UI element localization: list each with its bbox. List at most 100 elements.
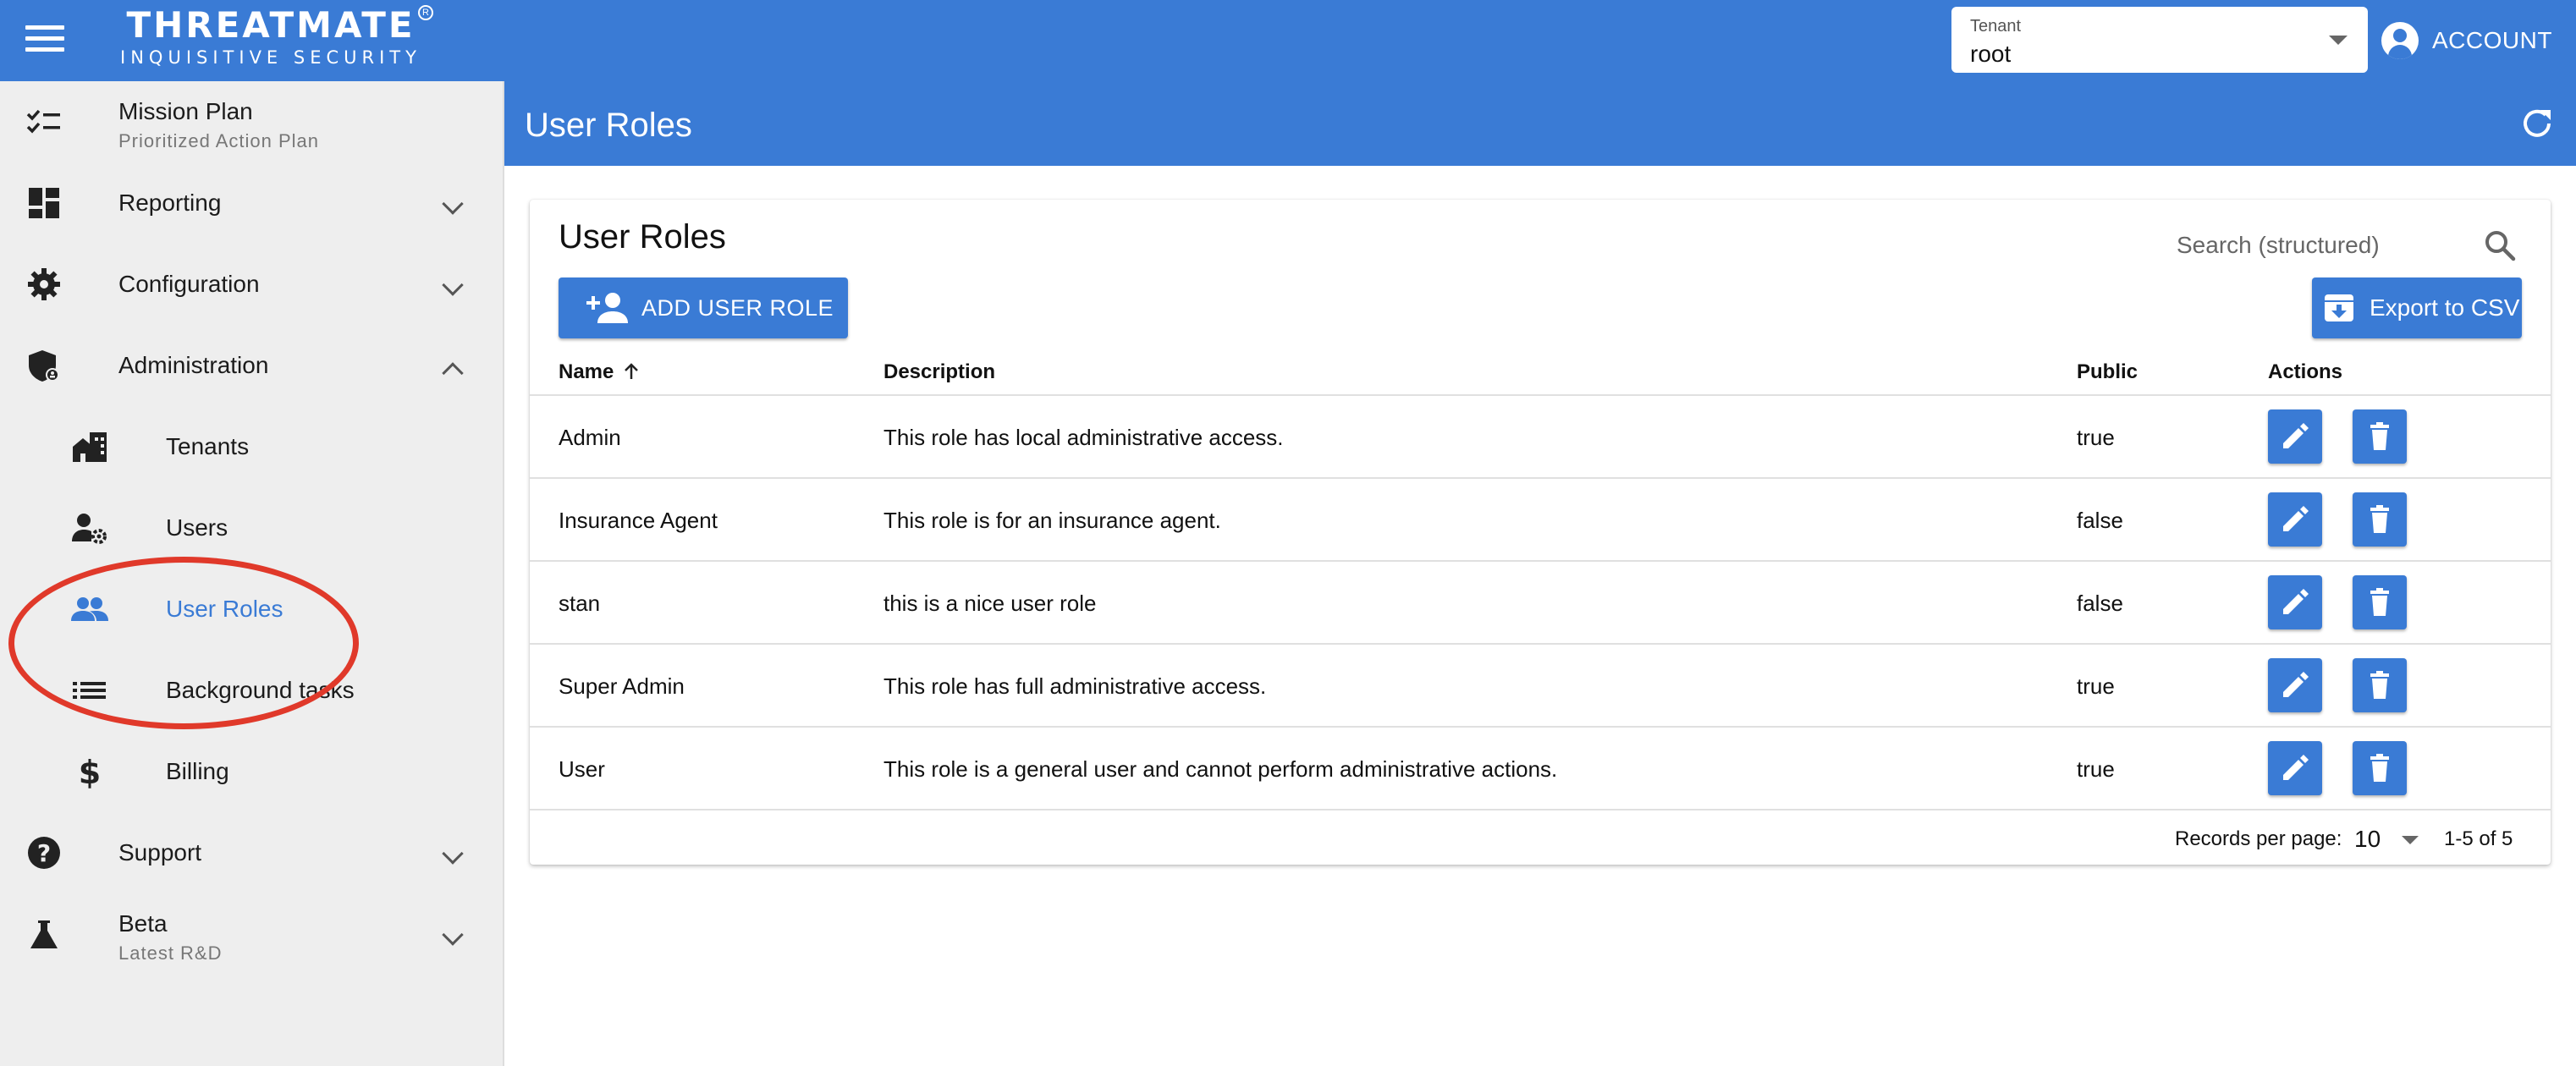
edit-button[interactable] — [2268, 409, 2322, 464]
sidebar-item-reporting[interactable]: Reporting — [0, 162, 503, 244]
cell-public: false — [2077, 591, 2123, 616]
chevron-down-icon — [442, 924, 464, 946]
search-icon[interactable] — [2481, 227, 2518, 264]
column-header-name[interactable]: Name — [559, 360, 641, 384]
trash-icon — [2370, 422, 2389, 450]
pencil-icon — [2283, 589, 2309, 614]
cell-public: false — [2077, 508, 2123, 533]
pagination-range: 1-5 of 5 — [2444, 827, 2513, 850]
gear-icon — [28, 268, 60, 300]
sidebar-item-label: Administration — [118, 352, 269, 378]
sidebar-item-label: Mission Plan — [118, 98, 253, 124]
trash-icon — [2370, 671, 2389, 699]
edit-button[interactable] — [2268, 658, 2322, 712]
sidebar-item-users[interactable]: Users — [0, 487, 503, 569]
export-csv-button[interactable]: Export to CSV — [2312, 277, 2522, 338]
account-circle-icon — [2381, 22, 2419, 59]
cell-name: Insurance Agent — [559, 508, 718, 533]
records-per-page-value: 10 — [2354, 826, 2381, 852]
trash-icon — [2370, 505, 2389, 533]
records-per-page-select[interactable]: 10 — [2353, 821, 2429, 858]
edit-button[interactable] — [2268, 492, 2322, 547]
chevron-down-icon — [442, 843, 464, 865]
sidebar: Mission Plan Prioritized Action Plan Rep… — [0, 81, 504, 1066]
delete-button[interactable] — [2353, 658, 2407, 712]
sidebar-item-secondary: Prioritized Action Plan — [118, 130, 319, 151]
sidebar-item-support[interactable]: ? Support — [0, 812, 503, 893]
delete-button[interactable] — [2353, 409, 2407, 464]
caret-down-icon — [2402, 836, 2419, 844]
add-user-role-button[interactable]: ADD USER ROLE — [559, 277, 848, 338]
cell-description: this is a nice user role — [883, 591, 1097, 616]
cell-description: This role has local administrative acces… — [883, 425, 1284, 450]
sidebar-item-secondary: Latest R&D — [118, 942, 223, 964]
page-header: User Roles — [504, 81, 2576, 166]
table-header: Name Description Public Actions — [530, 352, 2551, 396]
people-icon — [71, 597, 108, 621]
pencil-icon — [2283, 423, 2309, 448]
cell-description: This role is for an insurance agent. — [883, 508, 1221, 533]
edit-button[interactable] — [2268, 575, 2322, 629]
user-roles-card: User Roles ADD USER ROLE Export to CSV N… — [530, 200, 2551, 865]
sidebar-item-mission-plan[interactable]: Mission Plan Prioritized Action Plan — [0, 81, 503, 162]
dollar-icon: $ — [79, 755, 101, 789]
cell-description: This role has full administrative access… — [883, 673, 1267, 699]
column-header-label: Name — [559, 360, 614, 383]
logo-wordmark: THREATMATE — [126, 4, 416, 46]
table-row: User This role is a general user and can… — [530, 728, 2551, 810]
table-pagination: Records per page: 10 1-5 of 5 — [530, 817, 2551, 865]
tenant-select[interactable]: Tenant root — [1951, 7, 2368, 73]
edit-button[interactable] — [2268, 741, 2322, 795]
column-header-public[interactable]: Public — [2077, 360, 2138, 384]
table-row: stan this is a nice user role false — [530, 562, 2551, 645]
logo-tagline: INQUISITIVE SECURITY — [120, 47, 421, 68]
sidebar-item-label: Tenants — [166, 433, 250, 459]
table-row: Admin This role has local administrative… — [530, 396, 2551, 479]
table-row: Insurance Agent This role is for an insu… — [530, 479, 2551, 562]
svg-text:$: $ — [79, 755, 101, 789]
pencil-icon — [2283, 506, 2309, 531]
cell-name: User — [559, 756, 605, 782]
cell-public: true — [2077, 756, 2115, 782]
account-button[interactable]: ACCOUNT — [2381, 20, 2552, 61]
pencil-icon — [2283, 672, 2309, 697]
sidebar-item-configuration[interactable]: Configuration — [0, 244, 503, 325]
sidebar-item-billing[interactable]: $ Billing — [0, 731, 503, 812]
cell-public: true — [2077, 673, 2115, 699]
sidebar-item-tenants[interactable]: Tenants — [0, 406, 503, 487]
trash-icon — [2370, 754, 2389, 782]
archive-download-icon — [2325, 294, 2353, 321]
sidebar-item-label: Billing — [166, 758, 229, 784]
card-title: User Roles — [559, 218, 726, 256]
cell-public: true — [2077, 425, 2115, 450]
column-header-description[interactable]: Description — [883, 360, 995, 384]
sidebar-item-background-tasks[interactable]: Background tasks — [0, 650, 503, 731]
user-settings-icon — [72, 514, 107, 544]
flask-icon — [30, 920, 58, 948]
page-title: User Roles — [525, 107, 692, 144]
sidebar-item-user-roles[interactable]: User Roles — [0, 569, 503, 650]
delete-button[interactable] — [2353, 575, 2407, 629]
chevron-down-icon — [442, 193, 464, 215]
sidebar-item-beta[interactable]: Beta Latest R&D — [0, 893, 503, 975]
delete-button[interactable] — [2353, 741, 2407, 795]
menu-icon[interactable] — [25, 25, 64, 56]
threatmate-logo[interactable]: THREATMATE INQUISITIVE SECURITY R — [93, 5, 449, 73]
person-add-icon — [586, 293, 628, 323]
search-input[interactable] — [2177, 225, 2464, 266]
records-per-page-label: Records per page: — [2175, 827, 2342, 850]
help-icon: ? — [28, 837, 60, 869]
cell-description: This role is a general user and cannot p… — [883, 756, 1558, 782]
chevron-up-icon — [442, 362, 464, 384]
refresh-icon[interactable] — [2520, 107, 2554, 140]
tenant-label: Tenant — [1970, 17, 2022, 36]
sidebar-item-label: Configuration — [118, 271, 260, 297]
buildings-icon — [73, 432, 107, 462]
export-csv-label: Export to CSV — [2370, 294, 2520, 321]
cell-name: Admin — [559, 425, 621, 450]
delete-button[interactable] — [2353, 492, 2407, 547]
add-user-role-label: ADD USER ROLE — [641, 294, 834, 321]
arrow-up-icon — [625, 363, 639, 379]
sidebar-item-label: User Roles — [166, 596, 283, 622]
sidebar-item-administration[interactable]: Administration — [0, 325, 503, 406]
